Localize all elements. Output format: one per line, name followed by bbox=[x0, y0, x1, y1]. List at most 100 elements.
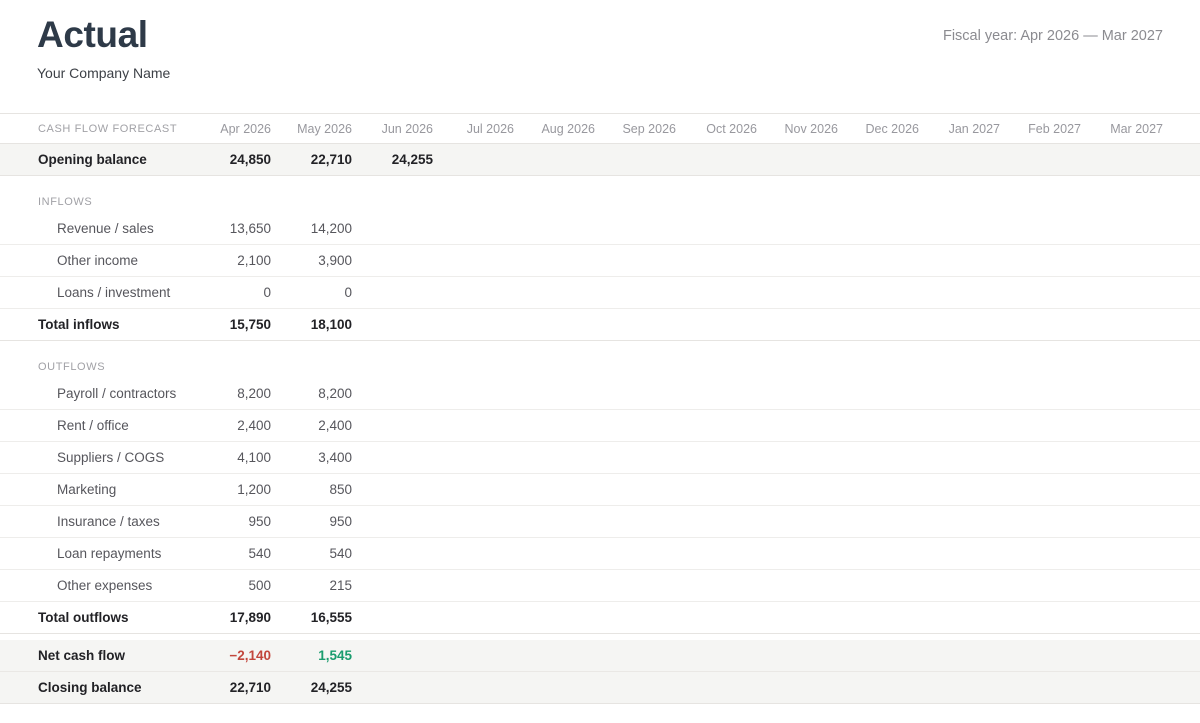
value-cell: 950 bbox=[191, 506, 272, 538]
row-label: Suppliers / COGS bbox=[0, 442, 191, 474]
value-cell bbox=[434, 144, 515, 176]
value-cell bbox=[1001, 213, 1082, 245]
value-cell bbox=[758, 474, 839, 506]
value-cell bbox=[515, 602, 596, 634]
value-cell bbox=[353, 506, 434, 538]
value-cell bbox=[353, 538, 434, 570]
value-cell bbox=[677, 538, 758, 570]
value-cell bbox=[434, 538, 515, 570]
value-cell bbox=[1001, 570, 1082, 602]
value-cell bbox=[515, 538, 596, 570]
value-cell bbox=[1082, 442, 1200, 474]
row-closing-balance: Closing balance22,71024,255 bbox=[0, 672, 1200, 704]
value-cell bbox=[353, 474, 434, 506]
value-cell bbox=[758, 213, 839, 245]
value-cell bbox=[515, 570, 596, 602]
value-cell bbox=[596, 213, 677, 245]
value-cell bbox=[1082, 378, 1200, 410]
value-cell bbox=[920, 309, 1001, 341]
value-cell bbox=[677, 277, 758, 309]
row-label: Payroll / contractors bbox=[0, 378, 191, 410]
value-cell bbox=[920, 442, 1001, 474]
spacer-row bbox=[0, 176, 1200, 191]
row-net-cash-flow: Net cash flow−2,1401,545 bbox=[0, 640, 1200, 672]
value-cell bbox=[1082, 640, 1200, 672]
value-cell bbox=[596, 277, 677, 309]
value-cell bbox=[920, 506, 1001, 538]
value-cell: 1,200 bbox=[191, 474, 272, 506]
table-title-label: CASH FLOW FORECAST bbox=[0, 114, 191, 144]
value-cell: 8,200 bbox=[191, 378, 272, 410]
table-header-row: CASH FLOW FORECAST Apr 2026May 2026Jun 2… bbox=[0, 114, 1200, 144]
value-cell bbox=[839, 570, 920, 602]
value-cell: 2,400 bbox=[191, 410, 272, 442]
value-cell bbox=[515, 410, 596, 442]
row-insurance-taxes: Insurance / taxes950950 bbox=[0, 506, 1200, 538]
value-cell bbox=[677, 640, 758, 672]
value-cell: 540 bbox=[191, 538, 272, 570]
value-cell bbox=[920, 144, 1001, 176]
month-header: Jun 2026 bbox=[353, 114, 434, 144]
value-cell bbox=[1001, 309, 1082, 341]
value-cell bbox=[1082, 144, 1200, 176]
value-cell bbox=[920, 602, 1001, 634]
value-cell bbox=[515, 245, 596, 277]
value-cell bbox=[1001, 672, 1082, 704]
value-cell bbox=[677, 245, 758, 277]
value-cell bbox=[758, 378, 839, 410]
value-cell bbox=[839, 640, 920, 672]
month-header: Mar 2027 bbox=[1082, 114, 1200, 144]
value-cell: 14,200 bbox=[272, 213, 353, 245]
value-cell bbox=[515, 506, 596, 538]
row-label: Loan repayments bbox=[0, 538, 191, 570]
value-cell bbox=[839, 144, 920, 176]
row-loan-repayments: Loan repayments540540 bbox=[0, 538, 1200, 570]
value-cell bbox=[515, 442, 596, 474]
value-cell bbox=[434, 309, 515, 341]
value-cell bbox=[596, 309, 677, 341]
value-cell bbox=[515, 474, 596, 506]
value-cell bbox=[1001, 640, 1082, 672]
value-cell bbox=[353, 277, 434, 309]
value-cell bbox=[434, 672, 515, 704]
value-cell bbox=[839, 410, 920, 442]
value-cell: 2,400 bbox=[272, 410, 353, 442]
value-cell bbox=[839, 506, 920, 538]
cash-flow-table: CASH FLOW FORECAST Apr 2026May 2026Jun 2… bbox=[0, 113, 1200, 704]
value-cell: −2,140 bbox=[191, 640, 272, 672]
value-cell bbox=[677, 442, 758, 474]
value-cell bbox=[515, 144, 596, 176]
value-cell bbox=[596, 602, 677, 634]
row-revenue-sales: Revenue / sales13,65014,200 bbox=[0, 213, 1200, 245]
value-cell bbox=[1082, 672, 1200, 704]
month-header: Nov 2026 bbox=[758, 114, 839, 144]
value-cell bbox=[920, 474, 1001, 506]
value-cell bbox=[677, 378, 758, 410]
company-name: Your Company Name bbox=[37, 65, 170, 81]
value-cell bbox=[758, 602, 839, 634]
value-cell bbox=[839, 213, 920, 245]
spacer-row bbox=[0, 341, 1200, 356]
value-cell bbox=[839, 602, 920, 634]
row-payroll-contractors: Payroll / contractors8,2008,200 bbox=[0, 378, 1200, 410]
value-cell bbox=[596, 410, 677, 442]
value-cell bbox=[839, 309, 920, 341]
row-label: Rent / office bbox=[0, 410, 191, 442]
value-cell bbox=[758, 410, 839, 442]
value-cell bbox=[677, 602, 758, 634]
value-cell: 24,255 bbox=[353, 144, 434, 176]
month-header: Oct 2026 bbox=[677, 114, 758, 144]
value-cell bbox=[758, 144, 839, 176]
value-cell bbox=[839, 538, 920, 570]
value-cell: 2,100 bbox=[191, 245, 272, 277]
row-total-inflows: Total inflows15,75018,100 bbox=[0, 309, 1200, 341]
value-cell bbox=[677, 506, 758, 538]
value-cell bbox=[1082, 410, 1200, 442]
value-cell bbox=[353, 602, 434, 634]
value-cell bbox=[758, 672, 839, 704]
value-cell bbox=[1001, 602, 1082, 634]
value-cell bbox=[434, 442, 515, 474]
spacer-cell bbox=[0, 176, 1200, 191]
value-cell: 0 bbox=[272, 277, 353, 309]
value-cell: 13,650 bbox=[191, 213, 272, 245]
